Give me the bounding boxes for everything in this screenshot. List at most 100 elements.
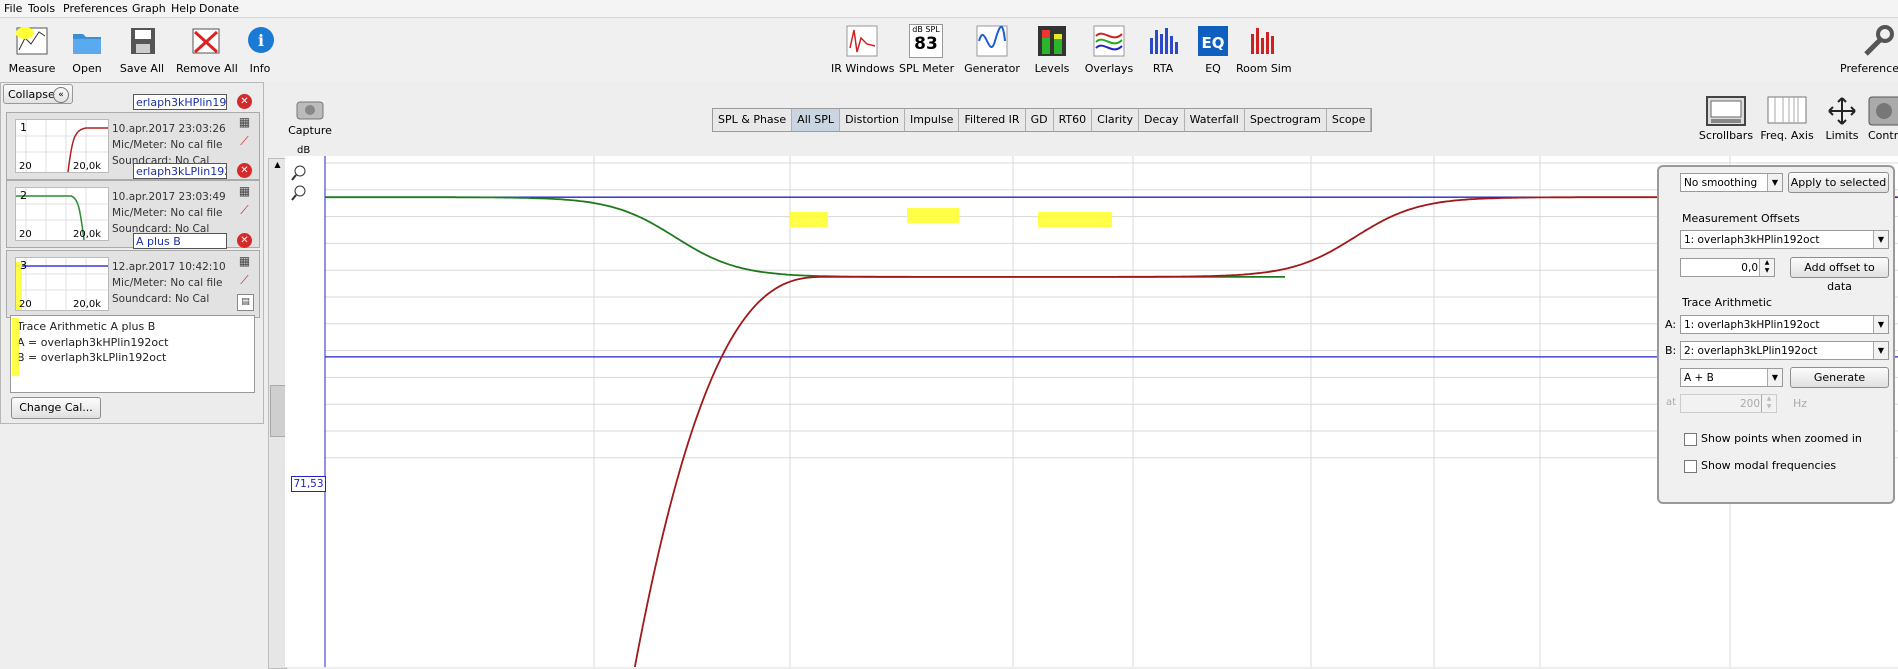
trace-a-select[interactable]: 1: overlaph3kHPlin192oct ▼ — [1680, 315, 1889, 334]
open-button[interactable]: Open — [66, 24, 108, 75]
properties-icon[interactable]: ▦ — [237, 115, 252, 130]
tab-clarity[interactable]: Clarity — [1092, 109, 1140, 131]
tab-rt60[interactable]: RT60 — [1054, 109, 1093, 131]
save-icon — [125, 24, 159, 58]
properties-icon[interactable]: ▦ — [237, 254, 252, 269]
measurement-name-field-1[interactable]: erlaph3kHPlin192oct — [133, 94, 227, 110]
tab-distortion[interactable]: Distortion — [840, 109, 905, 131]
rta-icon — [1146, 24, 1180, 58]
tab-spectrogram[interactable]: Spectrogram — [1245, 109, 1327, 131]
measurement-name-field-3[interactable]: A plus B — [133, 233, 227, 249]
room-sim-button[interactable]: Room Sim — [1236, 24, 1292, 75]
levels-button[interactable]: Levels — [1032, 24, 1072, 75]
measure-button[interactable]: Measure — [8, 24, 56, 75]
apply-to-selected-button[interactable]: Apply to selected — [1788, 172, 1889, 193]
eq-icon: EQ — [1196, 24, 1230, 58]
cursor-readout: 71,53 — [291, 476, 326, 492]
menu-tools[interactable]: Tools — [28, 2, 55, 15]
chevron-down-icon: ▼ — [1873, 231, 1888, 248]
capture-button[interactable]: Capture — [288, 98, 332, 137]
trace-color-icon[interactable]: ⟋ — [237, 273, 252, 288]
tab-waterfall[interactable]: Waterfall — [1185, 109, 1245, 131]
chevron-down-icon: ▼ — [1767, 174, 1782, 191]
at-frequency-spinner[interactable]: 200 ▲ ▼ — [1680, 394, 1777, 413]
close-icon[interactable]: ✕ — [237, 233, 252, 248]
at-label: at — [1666, 397, 1677, 408]
info-button[interactable]: i Info — [244, 24, 276, 75]
measurement-offsets-title: Measurement Offsets — [1682, 212, 1800, 225]
remove-all-button[interactable]: Remove All — [176, 24, 238, 75]
graph-tabs: SPL & Phase All SPL Distortion Impulse F… — [712, 108, 1373, 132]
spinner-arrows-icon: ▲ ▼ — [1761, 395, 1776, 412]
measurement-name-field-2[interactable]: erlaph3kLPlin192oct — [133, 163, 227, 179]
tab-gd[interactable]: GD — [1026, 109, 1054, 131]
freq-axis-button[interactable]: Freq. Axis — [1758, 96, 1816, 142]
chevron-down-icon: ▼ — [1873, 342, 1888, 359]
export-icon[interactable]: ▤ — [237, 294, 254, 311]
highlight-mark — [907, 208, 959, 223]
properties-icon[interactable]: ▦ — [237, 184, 252, 199]
trace-a-label: A: — [1665, 318, 1677, 331]
ir-windows-button[interactable]: IR Windows — [831, 24, 895, 75]
menu-help[interactable]: Help — [171, 2, 196, 15]
tab-spl-phase[interactable]: SPL & Phase — [713, 109, 793, 131]
show-modal-label: Show modal frequencies — [1701, 459, 1837, 472]
trace-b-select[interactable]: 2: overlaph3kLPlin192oct ▼ — [1680, 341, 1889, 360]
main-toolbar: Measure Open Save All Remove All i Info … — [0, 18, 1898, 82]
measurement-card-3[interactable]: 3 20 20,0k 12.apr.2017 10:42:10 Mic/Mete… — [6, 250, 260, 318]
trace-color-icon[interactable]: ⟋ — [237, 134, 252, 149]
tab-decay[interactable]: Decay — [1139, 109, 1185, 131]
generate-button[interactable]: Generate — [1790, 367, 1889, 388]
trace-arithmetic-title: Trace Arithmetic — [1682, 296, 1772, 309]
tab-all-spl[interactable]: All SPL — [792, 109, 841, 131]
show-modal-checkbox[interactable] — [1684, 460, 1697, 473]
info-icon: i — [244, 24, 278, 58]
close-icon[interactable]: ✕ — [237, 94, 252, 109]
measure-icon — [15, 24, 49, 58]
overlays-icon — [1092, 24, 1126, 58]
rta-button[interactable]: RTA — [1146, 24, 1180, 75]
collapse-button[interactable]: Collapse « — [3, 84, 73, 104]
chevron-down-icon: ▼ — [1767, 369, 1782, 386]
hz-label: Hz — [1793, 397, 1808, 410]
zoom-out-icon[interactable] — [290, 184, 308, 205]
preferences-button[interactable]: Preferences — [1840, 24, 1898, 75]
menu-file[interactable]: File — [4, 2, 22, 15]
close-icon[interactable]: ✕ — [237, 163, 252, 178]
preferences-icon — [1860, 24, 1894, 58]
tab-impulse[interactable]: Impulse — [905, 109, 960, 131]
tab-filtered-ir[interactable]: Filtered IR — [959, 109, 1026, 131]
measurement-notes[interactable]: Trace Arithmetic A plus B A = overlaph3k… — [10, 315, 255, 393]
offset-measurement-select[interactable]: 1: overlaph3kHPlin192oct ▼ — [1680, 230, 1889, 249]
room-sim-icon — [1246, 24, 1280, 58]
measurement-info: 10.apr.2017 23:03:49 Mic/Meter: No cal f… — [112, 191, 226, 235]
add-offset-button[interactable]: Add offset to data — [1790, 257, 1889, 293]
save-all-button[interactable]: Save All — [118, 24, 166, 75]
trace-b-label: B: — [1665, 344, 1677, 357]
overlays-button[interactable]: Overlays — [1084, 24, 1134, 75]
menu-preferences[interactable]: Preferences — [63, 2, 128, 15]
svg-text:i: i — [258, 31, 264, 50]
generator-button[interactable]: Generator — [964, 24, 1020, 75]
measurement-info: 10.apr.2017 23:03:26 Mic/Meter: No cal f… — [112, 123, 226, 167]
trace-color-icon[interactable]: ⟋ — [237, 203, 252, 218]
menu-donate[interactable]: Donate — [199, 2, 239, 15]
scrollbars-button[interactable]: Scrollbars — [1698, 96, 1754, 142]
change-cal-button[interactable]: Change Cal... — [11, 397, 101, 419]
operation-select[interactable]: A + B ▼ — [1680, 368, 1783, 387]
controls-icon — [1868, 96, 1898, 126]
show-points-checkbox[interactable] — [1684, 433, 1697, 446]
remove-all-icon — [189, 24, 223, 58]
spl-meter-button[interactable]: dB SPL 83 SPL Meter — [899, 24, 954, 75]
smoothing-select[interactable]: No smoothing ▼ — [1680, 173, 1783, 192]
zoom-in-icon[interactable] — [290, 164, 308, 185]
menu-graph[interactable]: Graph — [132, 2, 166, 15]
tab-scope[interactable]: Scope — [1327, 109, 1372, 131]
spinner-arrows-icon[interactable]: ▲ ▼ — [1759, 259, 1774, 276]
limits-button[interactable]: Limits — [1822, 96, 1862, 142]
controls-button[interactable]: Controls — [1868, 96, 1898, 142]
offset-value-spinner[interactable]: 0,0 ▲ ▼ — [1680, 258, 1775, 277]
freq-axis-icon — [1767, 96, 1807, 126]
highlight-mark — [1038, 212, 1112, 227]
eq-button[interactable]: EQ EQ — [1196, 24, 1230, 75]
